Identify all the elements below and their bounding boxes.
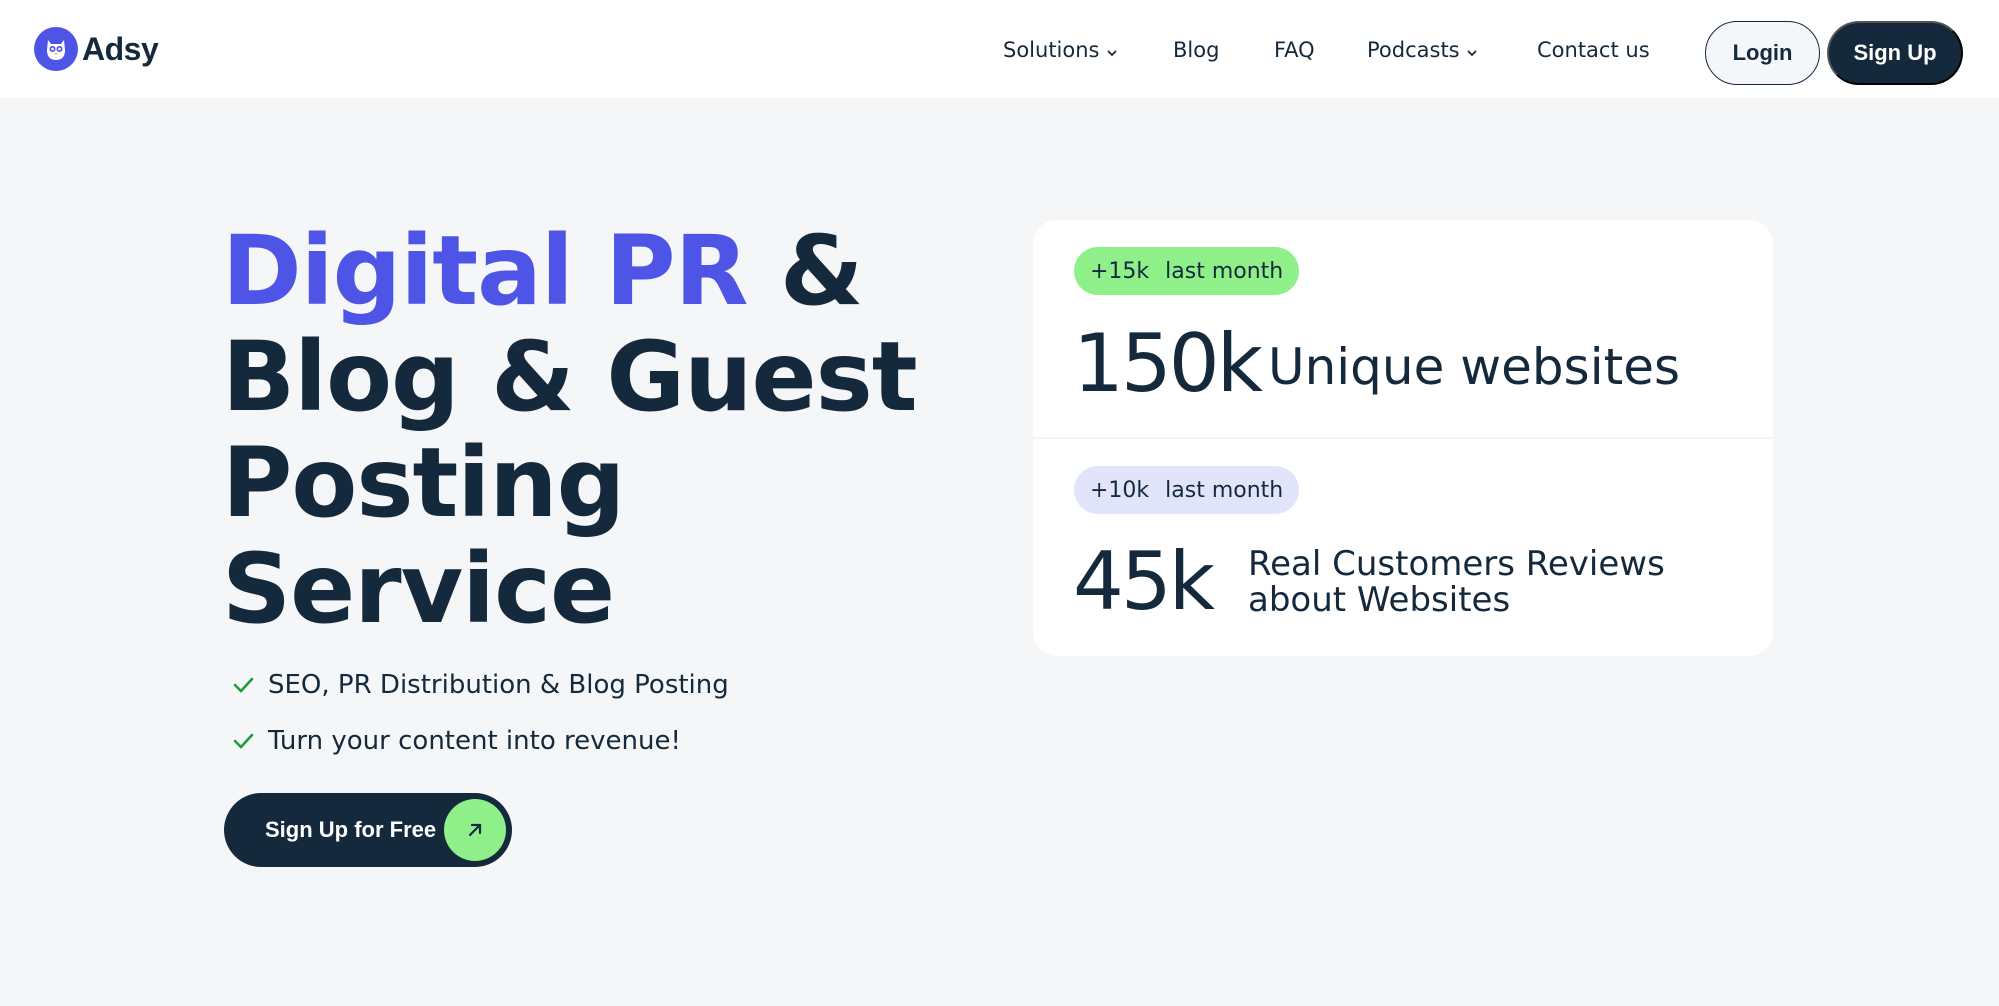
nav-item-label: Podcasts [1367,38,1460,62]
stat-number: 150k [1073,317,1263,410]
arrow-up-right-icon [444,799,506,861]
signup-free-button[interactable]: Sign Up for Free [224,793,512,867]
growth-badge: +10k last month [1074,466,1300,514]
stat-number: 45k [1073,535,1215,628]
nav-item-blog[interactable]: Blog [1173,38,1219,62]
nav-item-contact[interactable]: Contact us [1537,38,1650,62]
badge-period: last month [1165,477,1284,503]
hero-title-amp: & [747,215,864,327]
feature-text: Turn your content into revenue! [268,726,681,756]
hero-title-accent: Digital PR [222,215,748,327]
site-header: Adsy Solutions Blog FAQ Podcasts Contact… [0,0,1999,98]
check-icon [232,674,254,696]
owl-icon [34,27,78,71]
chevron-down-icon [1106,38,1118,62]
chevron-down-icon [1466,38,1478,62]
hero-title-line2: Blog & Guest [222,321,918,433]
hero-title: Digital PR & Blog & Guest Posting Servic… [222,218,942,642]
stat-label-line1: Real Customers Reviews [1248,544,1665,584]
signup-button[interactable]: Sign Up [1827,21,1963,85]
nav-item-label: Contact us [1537,38,1650,62]
logo-text: Adsy [82,30,159,67]
badge-delta: +10k [1090,477,1150,503]
divider [1033,437,1773,439]
hero-title-line4: Service [222,533,615,645]
hero-title-line3: Posting [222,427,625,539]
feature-text: SEO, PR Distribution & Blog Posting [268,670,729,700]
nav-item-solutions[interactable]: Solutions [1003,38,1118,62]
stats-card: +15k last month 150k Unique websites +10… [1033,220,1773,656]
badge-period: last month [1165,258,1284,284]
login-button[interactable]: Login [1705,21,1820,85]
badge-delta: +15k [1090,258,1150,284]
nav-item-label: Solutions [1003,38,1100,62]
nav-item-faq[interactable]: FAQ [1274,38,1315,62]
nav-item-label: FAQ [1274,38,1315,62]
nav-item-podcasts[interactable]: Podcasts [1367,38,1478,62]
cta-label: Sign Up for Free [265,817,437,842]
stat-label: Unique websites [1268,338,1681,396]
logo[interactable]: Adsy [34,26,159,72]
stat-label: Real Customers Reviews about Websites [1248,546,1665,618]
growth-badge: +15k last month [1074,247,1300,295]
stat-label-line2: about Websites [1248,580,1511,620]
check-icon [232,730,254,752]
nav-item-label: Blog [1173,38,1220,62]
feature-item: SEO, PR Distribution & Blog Posting [232,670,729,700]
feature-item: Turn your content into revenue! [232,726,681,756]
